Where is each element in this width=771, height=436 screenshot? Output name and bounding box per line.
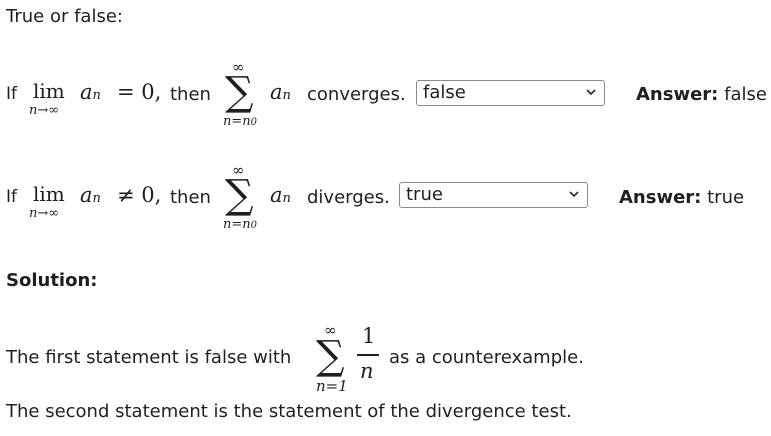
chevron-down-icon xyxy=(586,89,596,96)
q2-lim: lim xyxy=(33,182,65,206)
q2-if: If xyxy=(6,187,17,207)
q2-lim-sub: n→∞ xyxy=(29,206,60,221)
chevron-down-icon xyxy=(569,191,579,198)
prompt-text: True or false: xyxy=(6,6,123,27)
q1-dropdown[interactable]: false xyxy=(416,80,605,106)
q2-relation: ≠ 0, xyxy=(117,183,162,207)
q2-answer: Answer: true xyxy=(619,187,745,208)
q1-sum-sub: n=n0 xyxy=(223,114,258,129)
solution-heading: Solution: xyxy=(6,270,98,291)
q1-converges: converges. xyxy=(307,84,406,105)
q1-a: an xyxy=(80,80,101,104)
q1-then: then xyxy=(170,84,211,105)
q1-summand: an xyxy=(270,80,291,104)
q2-sigma: ∑ xyxy=(225,172,254,218)
fraction-bar xyxy=(357,354,379,356)
q2-dropdown-value: true xyxy=(406,184,443,205)
q1-answer: Answer: false xyxy=(636,84,767,105)
q1-dropdown-value: false xyxy=(423,82,466,103)
solution-sum-sub: n=1 xyxy=(316,377,348,395)
q1-lim: lim xyxy=(33,79,65,103)
q2-then: then xyxy=(170,187,211,208)
q2-summand: an xyxy=(270,183,291,207)
q1-if: If xyxy=(6,84,17,104)
q2-diverges: diverges. xyxy=(307,187,390,208)
q1-lim-sub: n→∞ xyxy=(29,103,60,118)
q2-dropdown[interactable]: true xyxy=(399,182,588,208)
solution-line1-before: The first statement is false with xyxy=(6,347,292,368)
q1-sigma: ∑ xyxy=(225,69,254,115)
solution-sigma: ∑ xyxy=(316,333,345,379)
q2-a: an xyxy=(80,183,101,207)
solution-numerator: 1 xyxy=(362,324,376,348)
solution-line1-after: as a counterexample. xyxy=(389,347,584,368)
q2-sum-sub: n=n0 xyxy=(223,217,258,232)
solution-denominator: n xyxy=(360,359,374,383)
q1-relation: = 0, xyxy=(117,80,162,104)
solution-line-2: The second statement is the statement of… xyxy=(6,401,572,422)
